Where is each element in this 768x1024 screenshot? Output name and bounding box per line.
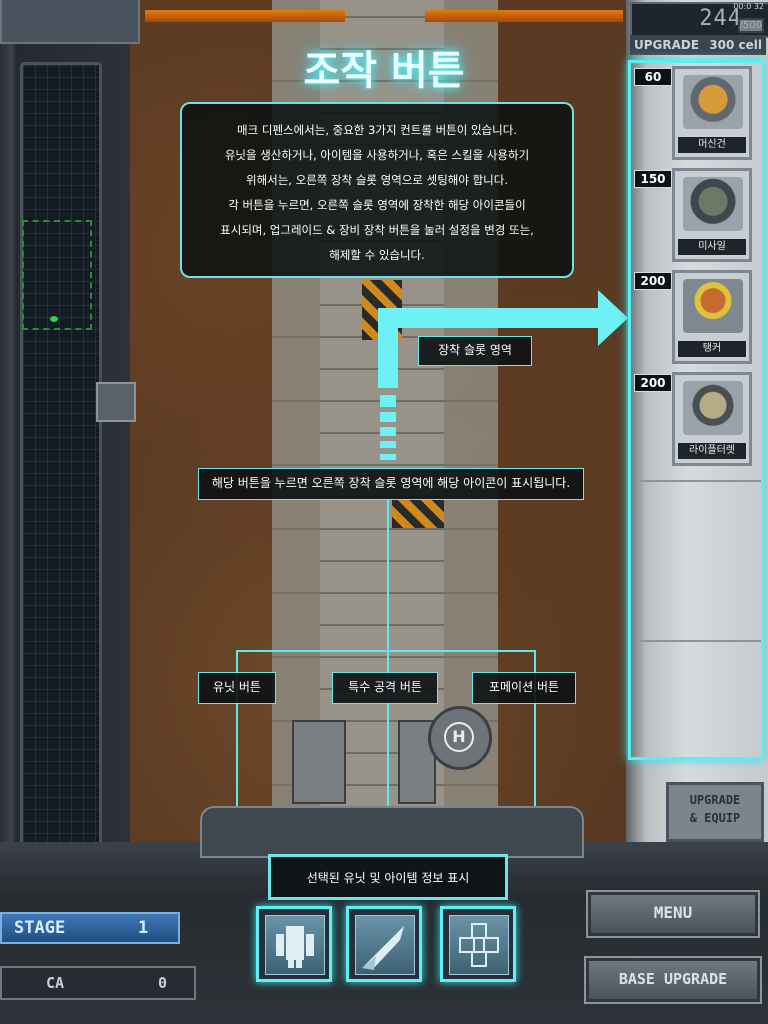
minimap-grid[interactable] bbox=[20, 62, 102, 848]
slot-tanker[interactable]: 탱커 bbox=[672, 270, 752, 364]
description-line: 표시되며, 업그레이드 & 장비 장착 버튼을 눌러 설정을 변경 또는, bbox=[220, 223, 534, 237]
hud-top-plate bbox=[200, 806, 584, 858]
arrow-shaft-horizontal bbox=[378, 308, 600, 328]
arrow-dash bbox=[380, 395, 396, 407]
arrow-dash bbox=[380, 427, 396, 436]
wall-hatch bbox=[96, 382, 136, 422]
hazard-stripe bbox=[392, 500, 444, 528]
minimap-viewport bbox=[22, 220, 92, 330]
cell-count: 244 bbox=[699, 6, 742, 31]
upgrade-equip-line: UPGRADE bbox=[689, 793, 741, 807]
special-attack-label: 특수 공격 버튼 bbox=[332, 672, 438, 704]
slot-machine-gun[interactable]: 머신건 bbox=[672, 66, 752, 160]
description-line: 해제할 수 있습니다. bbox=[329, 248, 425, 262]
cell-max: /500 bbox=[737, 18, 764, 33]
formation-button[interactable] bbox=[440, 906, 516, 982]
base-upgrade-button[interactable]: BASE UPGRADE bbox=[584, 956, 762, 1004]
slot-name: 탱커 bbox=[678, 341, 746, 357]
mech-unit[interactable] bbox=[292, 720, 346, 804]
upgrade-equip-line: & EQUIP bbox=[689, 811, 741, 825]
slot-name: 머신건 bbox=[678, 137, 746, 153]
menu-button[interactable]: MENU bbox=[586, 890, 760, 938]
unit-button-label: 유닛 버튼 bbox=[198, 672, 276, 704]
special-attack-button[interactable] bbox=[346, 906, 422, 982]
stage-label: STAGE bbox=[14, 918, 66, 938]
minimap-marker bbox=[50, 316, 58, 322]
slot-cost: 200 bbox=[634, 374, 672, 392]
arrow-head-icon bbox=[598, 290, 628, 346]
slot-name: 미사일 bbox=[678, 239, 746, 255]
connector-line bbox=[387, 500, 389, 650]
description-line: 위해서는, 오른쪽 장착 슬롯 영역으로 셋팅해야 합니다. bbox=[245, 173, 508, 187]
rifle-turret-icon bbox=[683, 381, 743, 435]
stage-value: 1 bbox=[138, 918, 149, 938]
hint-label: 해당 버튼을 누르면 오른쪽 장착 슬롯 영역에 해당 아이콘이 표시됩니다. bbox=[198, 468, 584, 500]
missile-strike-icon bbox=[355, 915, 415, 975]
arrow-dash bbox=[380, 412, 396, 422]
upgrade-equip-button[interactable]: UPGRADE & EQUIP bbox=[666, 782, 764, 842]
arrow-dash bbox=[380, 454, 396, 460]
description-line: 유닛을 생산하거나, 아이템을 사용하거나, 혹은 스킬을 사용하기 bbox=[224, 148, 530, 162]
slot-name: 라이플터렛 bbox=[678, 443, 746, 459]
tanker-mech-icon bbox=[683, 279, 743, 333]
description-line: 매크 디펜스에서는, 중요한 3가지 컨트롤 버튼이 있습니다. bbox=[237, 123, 517, 137]
connector-line bbox=[236, 650, 536, 652]
description-line: 각 버튼을 누르면, 오른쪽 슬롯 영역에 장착한 해당 아이콘들이 bbox=[228, 198, 526, 212]
ca-label: CA bbox=[46, 974, 65, 992]
machine-gun-mech-icon bbox=[683, 75, 743, 129]
tutorial-description: 매크 디펜스에서는, 중요한 3가지 컨트롤 버튼이 있습니다. 유닛을 생산하… bbox=[180, 102, 574, 278]
helipad-icon: H bbox=[444, 722, 474, 752]
slot-cost: 60 bbox=[634, 68, 672, 86]
unit-button[interactable] bbox=[256, 906, 332, 982]
slot-cost: 150 bbox=[634, 170, 672, 188]
health-bar-left bbox=[145, 10, 345, 22]
slot-rifle-turret[interactable]: 라이플터렛 bbox=[672, 372, 752, 466]
info-display-label: 선택된 유닛 및 아이템 정보 표시 bbox=[268, 854, 508, 900]
missile-mech-icon bbox=[683, 177, 743, 231]
stage-display: STAGE 1 bbox=[0, 912, 180, 944]
slot-missile[interactable]: 미사일 bbox=[672, 168, 752, 262]
arrow-dash bbox=[380, 441, 396, 448]
formation-cubes-icon bbox=[449, 915, 509, 975]
slot-cost: 200 bbox=[634, 272, 672, 290]
formation-label: 포메이션 버튼 bbox=[472, 672, 576, 704]
slot-area-label: 장착 슬롯 영역 bbox=[418, 336, 532, 366]
health-bar-right bbox=[425, 10, 623, 22]
ca-value: 0 bbox=[158, 974, 168, 992]
cell-counter: 00:0 32 244 /500 bbox=[630, 2, 768, 38]
ca-display: CA 0 bbox=[0, 966, 196, 1000]
unit-mech-icon bbox=[265, 915, 325, 975]
